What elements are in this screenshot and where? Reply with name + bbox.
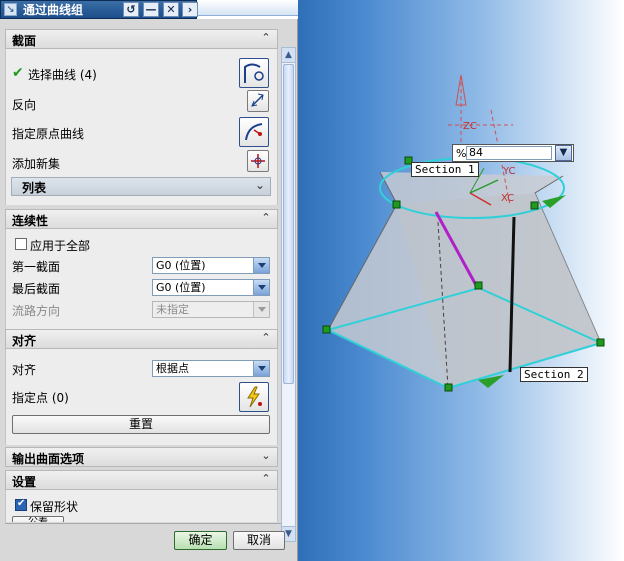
settings-body: 保留形状 公差: [5, 490, 278, 522]
section-header-continuity[interactable]: 连续性 ⌃: [5, 209, 278, 229]
section-header-section[interactable]: 截面 ⌃: [5, 29, 278, 49]
dropdown-arrow-icon[interactable]: [253, 258, 269, 273]
chevron-up-icon[interactable]: ⌃: [259, 31, 273, 45]
specify-points-button[interactable]: [239, 382, 269, 412]
apply-all-checkbox[interactable]: [15, 238, 27, 250]
reset-button[interactable]: 重置: [12, 415, 270, 434]
first-section-select[interactable]: G0 (位置): [152, 257, 270, 274]
footer-divider: [5, 523, 281, 524]
dropdown-arrow-icon[interactable]: [253, 280, 269, 295]
select-curve-label: 选择曲线 (4): [28, 68, 97, 82]
select-curve-button[interactable]: [239, 58, 269, 88]
check-icon: ✔: [12, 65, 24, 81]
align-select[interactable]: 根据点: [152, 360, 270, 377]
flow-direction-label: 流路方向: [12, 304, 61, 318]
model-drawing: [322, 74, 605, 392]
partial-button[interactable]: 公差: [12, 516, 64, 522]
minimize-icon[interactable]: —: [143, 2, 159, 17]
cancel-button[interactable]: 取消: [233, 531, 285, 550]
reset-icon[interactable]: ↺: [123, 2, 139, 17]
dropdown-arrow-icon[interactable]: [253, 361, 269, 376]
axis-xc-label: XC: [501, 193, 515, 204]
apply-all-label: 应用于全部: [30, 239, 91, 253]
flow-direction-value: 未指定: [156, 303, 189, 316]
ok-button[interactable]: 确定: [174, 531, 227, 550]
graphics-viewport[interactable]: ZC YC XC Section 1 Section 2: [298, 0, 624, 561]
percent-input-box[interactable]: % 84 ▼: [452, 144, 574, 162]
first-section-value: G0 (位置): [156, 259, 206, 272]
scroll-thumb[interactable]: [283, 64, 294, 384]
keep-shape-label: 保留形状: [30, 500, 79, 514]
chevron-up-icon[interactable]: ⌃: [259, 472, 273, 486]
list-label: 列表: [22, 181, 47, 195]
dialog-title: 通过曲线组: [23, 3, 84, 17]
last-section-select[interactable]: G0 (位置): [152, 279, 270, 296]
dialog-panel: 截面 ⌃ ✔ 选择曲线 (4) 反向 指定原点曲线 添加新集 列表 ⌄ 连续性 …: [0, 19, 298, 561]
dialog-titlebar[interactable]: ↘ 通过曲线组 ↺ — ✕ ›: [0, 0, 198, 19]
align-label: 对齐: [12, 363, 37, 377]
reverse-label: 反向: [12, 98, 37, 112]
list-expander[interactable]: 列表 ⌄: [11, 177, 271, 196]
origin-curve-label: 指定原点曲线: [12, 127, 85, 141]
section-body: ✔ 选择曲线 (4) 反向 指定原点曲线 添加新集 列表 ⌄: [5, 49, 278, 205]
percent-value-field[interactable]: 84: [466, 146, 552, 160]
last-section-label: 最后截面: [12, 282, 61, 296]
close-icon[interactable]: ✕: [163, 2, 179, 17]
expand-icon[interactable]: ›: [182, 2, 198, 17]
axis-yc-label: YC: [503, 166, 516, 177]
alignment-title: 对齐: [12, 334, 37, 348]
continuity-title: 连续性: [12, 214, 49, 228]
first-section-label: 第一截面: [12, 260, 61, 274]
settings-title: 设置: [12, 475, 37, 489]
axis-zc-label: ZC: [463, 121, 477, 132]
section-2-label: Section 2: [520, 367, 588, 382]
percent-dropdown-icon[interactable]: ▼: [555, 145, 572, 161]
percent-label: %: [456, 147, 467, 160]
output-title: 输出曲面选项: [12, 452, 85, 466]
vertical-scrollbar[interactable]: ▲ ▼: [281, 47, 296, 542]
section-1-label: Section 1: [411, 162, 479, 177]
section-title: 截面: [12, 34, 37, 48]
alignment-body: 对齐 根据点 指定点 (0) 重置: [5, 349, 278, 445]
chevron-down-icon[interactable]: ⌄: [255, 178, 265, 192]
section-header-output[interactable]: 输出曲面选项 ⌄: [5, 447, 278, 467]
reverse-direction-button[interactable]: [247, 90, 269, 112]
specify-points-label: 指定点 (0): [12, 391, 69, 405]
keep-shape-checkbox[interactable]: [15, 498, 27, 511]
last-section-value: G0 (位置): [156, 281, 206, 294]
flow-direction-select: 未指定: [152, 301, 270, 318]
dropdown-arrow-icon: [253, 302, 269, 317]
continuity-body: 应用于全部 第一截面 G0 (位置) 最后截面 G0 (位置) 流路方向 未指定: [5, 229, 278, 329]
chevron-up-icon[interactable]: ⌃: [259, 331, 273, 345]
origin-curve-button[interactable]: [239, 117, 269, 147]
add-set-label: 添加新集: [12, 157, 61, 171]
add-set-button[interactable]: [247, 150, 269, 172]
scroll-up-icon[interactable]: ▲: [282, 48, 295, 63]
section-header-alignment[interactable]: 对齐 ⌃: [5, 329, 278, 349]
align-value: 根据点: [156, 362, 189, 375]
section-header-settings[interactable]: 设置 ⌃: [5, 470, 278, 490]
drag-handle-icon[interactable]: ↘: [4, 3, 17, 16]
chevron-down-icon[interactable]: ⌄: [259, 449, 273, 463]
chevron-up-icon[interactable]: ⌃: [259, 211, 273, 225]
